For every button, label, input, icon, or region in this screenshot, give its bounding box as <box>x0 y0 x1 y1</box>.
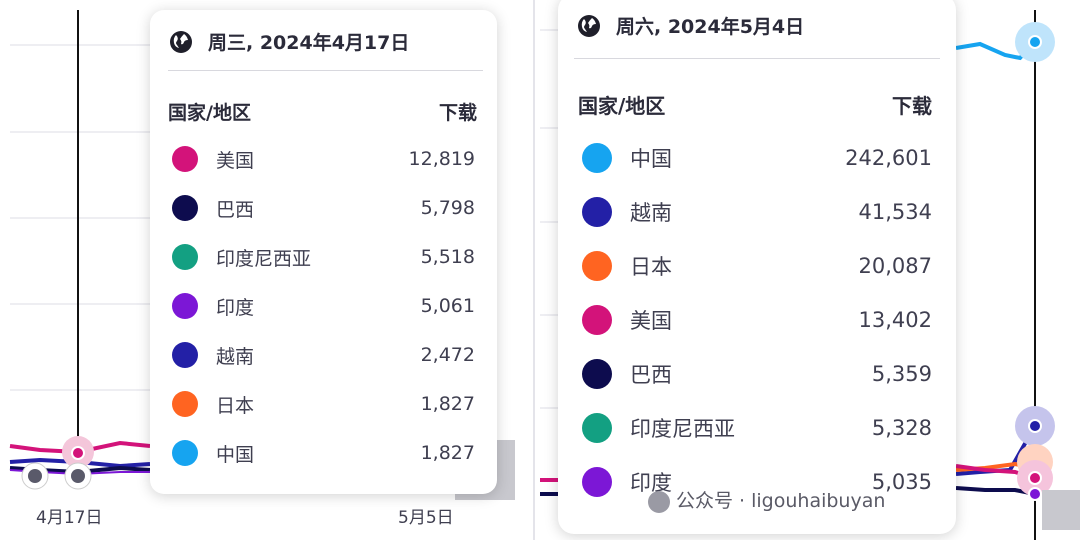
marker-point <box>71 469 85 483</box>
tooltip-row: 越南 41,534 <box>582 197 932 227</box>
download-value: 5,359 <box>871 362 932 386</box>
legend-swatch <box>172 195 198 221</box>
legend-swatch <box>172 244 198 270</box>
watermark: 公众号 · ligouhaibuyan <box>648 486 885 513</box>
legend-swatch <box>582 305 612 335</box>
hover-point-india <box>1028 487 1042 501</box>
hover-point-vietnam <box>1028 419 1042 433</box>
tooltip-date: 周三, 2024年4月17日 <box>208 32 410 54</box>
tooltip-row: 越南 2,472 <box>172 342 475 368</box>
tooltip-row: 巴西 5,359 <box>582 359 932 389</box>
download-value: 2,472 <box>420 344 475 366</box>
download-value: 5,328 <box>871 416 932 440</box>
country-label: 美国 <box>630 309 672 333</box>
download-value: 242,601 <box>845 146 932 170</box>
download-value: 12,819 <box>408 148 475 170</box>
tooltip-row: 日本 1,827 <box>172 391 475 417</box>
legend-swatch <box>582 197 612 227</box>
wechat-icon <box>648 490 670 513</box>
download-value: 1,827 <box>420 442 475 464</box>
panel-divider <box>533 0 535 540</box>
tooltip-row: 巴西 5,798 <box>172 195 475 221</box>
right-gridlines <box>540 29 558 409</box>
tooltip-row: 中国 1,827 <box>172 440 475 466</box>
download-value: 20,087 <box>858 254 932 278</box>
downloads-header: 下载 <box>892 94 932 118</box>
country-label: 印度 <box>216 296 255 319</box>
tooltip-divider <box>574 58 940 59</box>
tooltip-row: 印度尼西亚 5,518 <box>172 244 475 270</box>
globe-icon <box>578 14 600 37</box>
tooltip-row: 日本 20,087 <box>582 251 932 281</box>
legend-swatch <box>582 251 612 281</box>
marker-point <box>28 469 42 483</box>
globe-icon <box>170 30 192 53</box>
left-gridlines <box>10 44 150 391</box>
tooltip-header: 国家/地区 下载 <box>168 98 477 125</box>
watermark-text: 公众号 · ligouhaibuyan <box>676 490 886 512</box>
downloads-header: 下载 <box>438 102 477 124</box>
download-value: 41,534 <box>858 200 932 224</box>
country-label: 日本 <box>216 394 255 417</box>
download-value: 5,061 <box>420 295 475 317</box>
legend-swatch <box>172 146 198 172</box>
tooltip-row: 中国 242,601 <box>582 143 932 173</box>
country-label: 印度尼西亚 <box>630 417 735 441</box>
tooltip-row: 美国 12,819 <box>172 146 475 172</box>
country-label: 巴西 <box>216 198 255 221</box>
legend-swatch <box>172 293 198 319</box>
download-value: 1,827 <box>420 393 475 415</box>
left-tooltip: 周三, 2024年4月17日 国家/地区 下载 美国 12,819 巴西 5,798 印… <box>150 10 497 494</box>
hover-point-china <box>1028 35 1042 49</box>
tooltip-row: 美国 13,402 <box>582 305 932 335</box>
country-label: 美国 <box>216 149 255 172</box>
left-chart-panel: 4月17日 5月5日 周三, 2024年4月17日 国家/地区 下载 美国 12,… <box>0 0 530 540</box>
country-header: 国家/地区 <box>578 94 666 118</box>
tooltip-row: 印度尼西亚 5,328 <box>582 413 932 443</box>
legend-swatch <box>582 359 612 389</box>
download-value: 5,518 <box>420 246 475 268</box>
tooltip-header: 国家/地区 下载 <box>578 90 932 119</box>
scroll-handle[interactable] <box>1042 490 1080 530</box>
tooltip-divider <box>168 70 483 71</box>
right-chart-panel: 周六, 2024年5月4日 国家/地区 下载 中国 242,601 越南 41,534… <box>540 0 1080 540</box>
hover-point-usa <box>1028 471 1042 485</box>
legend-swatch <box>172 391 198 417</box>
tooltip-row: 印度 5,061 <box>172 293 475 319</box>
right-tooltip: 周六, 2024年5月4日 国家/地区 下载 中国 242,601 越南 41,534… <box>558 0 956 534</box>
country-label: 越南 <box>216 345 255 368</box>
country-label: 印度尼西亚 <box>216 247 312 270</box>
tooltip-date-row: 周六, 2024年5月4日 <box>576 12 804 39</box>
legend-swatch <box>172 440 198 466</box>
legend-swatch <box>582 413 612 443</box>
tooltip-date-row: 周三, 2024年4月17日 <box>168 28 409 55</box>
legend-swatch <box>172 342 198 368</box>
country-label: 中国 <box>630 147 672 171</box>
hover-point-usa <box>71 446 85 460</box>
country-label: 中国 <box>216 443 255 466</box>
download-value: 5,798 <box>420 197 475 219</box>
country-header: 国家/地区 <box>168 102 251 124</box>
x-tick-label: 5月5日 <box>398 508 454 528</box>
country-label: 越南 <box>630 201 672 225</box>
x-tick-label: 4月17日 <box>36 508 103 528</box>
legend-swatch <box>582 143 612 173</box>
download-value: 13,402 <box>858 308 932 332</box>
tooltip-date: 周六, 2024年5月4日 <box>616 16 805 38</box>
country-label: 日本 <box>630 255 672 279</box>
country-label: 巴西 <box>630 363 672 387</box>
legend-swatch <box>582 467 612 497</box>
